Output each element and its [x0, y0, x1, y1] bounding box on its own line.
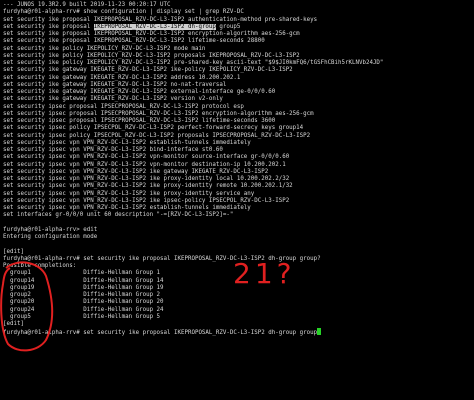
terminal-window[interactable]: --- JUNOS 19.3R2.9 built 2019-11-23 00:2…	[0, 0, 474, 400]
command-prompt-line[interactable]: furdyha@r01-alpha-rrv# set security ike …	[3, 328, 474, 336]
terminal-text: set security ike proposal	[3, 23, 94, 30]
terminal-line: set security ike gateway IKEGATE_RZV-DC-…	[3, 96, 223, 103]
terminal-line: furdyha@r01-alpha-rrv# show configuratio…	[3, 9, 244, 16]
completion-item: group24 Diffie-Hellman Group 24	[3, 306, 164, 313]
text-cursor	[317, 328, 322, 336]
terminal-line: set security ipsec policy IPSECPOL_RZV-D…	[3, 125, 304, 132]
terminal-line: set security ike gateway IKEGATE_RZV-DC-…	[3, 74, 241, 81]
terminal-line: set security ike gateway IKEGATE_RZV-DC-…	[3, 89, 276, 95]
terminal-line: set security ike gateway IKEGATE_RZV-DC-…	[3, 81, 227, 88]
terminal-line: set security ipsec vpn VPN_RZV-DC-L3-ISP…	[3, 205, 251, 211]
terminal-line: set security ipsec vpn VPN_RZV-DC-L3-ISP…	[3, 161, 286, 168]
terminal-line: set security ike policy IKEPOLICY_RZV-DC…	[3, 45, 206, 52]
command-input[interactable]: furdyha@r01-alpha-rrv# set security ike …	[3, 330, 317, 336]
terminal-line: set security ike proposal IKEPROPOSAL_RZ…	[3, 38, 265, 45]
terminal-line: set security ipsec vpn VPN_RZV-DC-L3-ISP…	[3, 139, 251, 146]
terminal-line: set security ipsec vpn VPN_RZV-DC-L3-ISP…	[3, 183, 293, 190]
terminal-line: set security ipsec proposal IPSECPROPOSA…	[3, 118, 276, 124]
terminal-line: set security ike gateway IKEGATE_RZV-DC-…	[3, 67, 293, 74]
terminal-line: set security ike proposal IKEPROPOSAL_RZ…	[3, 16, 318, 23]
terminal-line: --- JUNOS 19.3R2.9 built 2019-11-23 00:2…	[3, 2, 171, 8]
terminal-line-highlighted: set security ike proposal IKEPROPOSAL_RZ…	[3, 23, 474, 31]
terminal-line: set security ipsec vpn VPN_RZV-DC-L3-ISP…	[3, 190, 255, 197]
terminal-line: set security ike policy IKEPOLICY_RZV-DC…	[3, 60, 384, 66]
terminal-line: set security ike proposal IKEPROPOSAL_RZ…	[3, 31, 300, 37]
terminal-line: set security ipsec vpn VPN_RZV-DC-L3-ISP…	[3, 168, 269, 175]
terminal-line: set interfaces gr-0/0/0 unit 60 descript…	[3, 212, 234, 219]
terminal-text: group5	[215, 23, 241, 30]
terminal-line: set security ipsec proposal IPSECPROPOSA…	[3, 103, 244, 110]
terminal-line: set security ipsec vpn VPN_RZV-DC-L3-ISP…	[3, 176, 290, 182]
annotation-question: 21?	[233, 257, 296, 290]
completion-item: group2 Diffie-Hellman Group 2	[3, 292, 161, 298]
terminal-line: set security ipsec vpn VPN_RZV-DC-L3-ISP…	[3, 154, 290, 161]
terminal-line: set security ipsec proposal IPSECPROPOSA…	[3, 110, 314, 117]
terminal-line: set security ipsec policy IPSECPOL_RZV-D…	[3, 132, 311, 139]
terminal-line: set security ipsec vpn VPN_RZV-DC-L3-ISP…	[3, 197, 290, 204]
terminal-line: Entering configuration mode	[3, 234, 98, 240]
terminal-line: set security ike policy IKEPOLICY_RZV-DC…	[3, 52, 300, 59]
terminal-line: [edit]	[3, 248, 24, 255]
completion-item: group20 Diffie-Hellman Group 20	[3, 299, 164, 306]
completion-item: group5 Diffie-Hellman Group 5	[3, 313, 161, 320]
terminal-line: furdyha@r01-alpha-rrv> edit	[3, 226, 98, 233]
terminal-line: set security ipsec vpn VPN_RZV-DC-L3-ISP…	[3, 147, 223, 153]
text-selection: IKEPROPOSAL_RZV-DC-L3-ISP2 dh-group	[93, 23, 216, 30]
terminal-line: [edit]	[3, 321, 24, 327]
